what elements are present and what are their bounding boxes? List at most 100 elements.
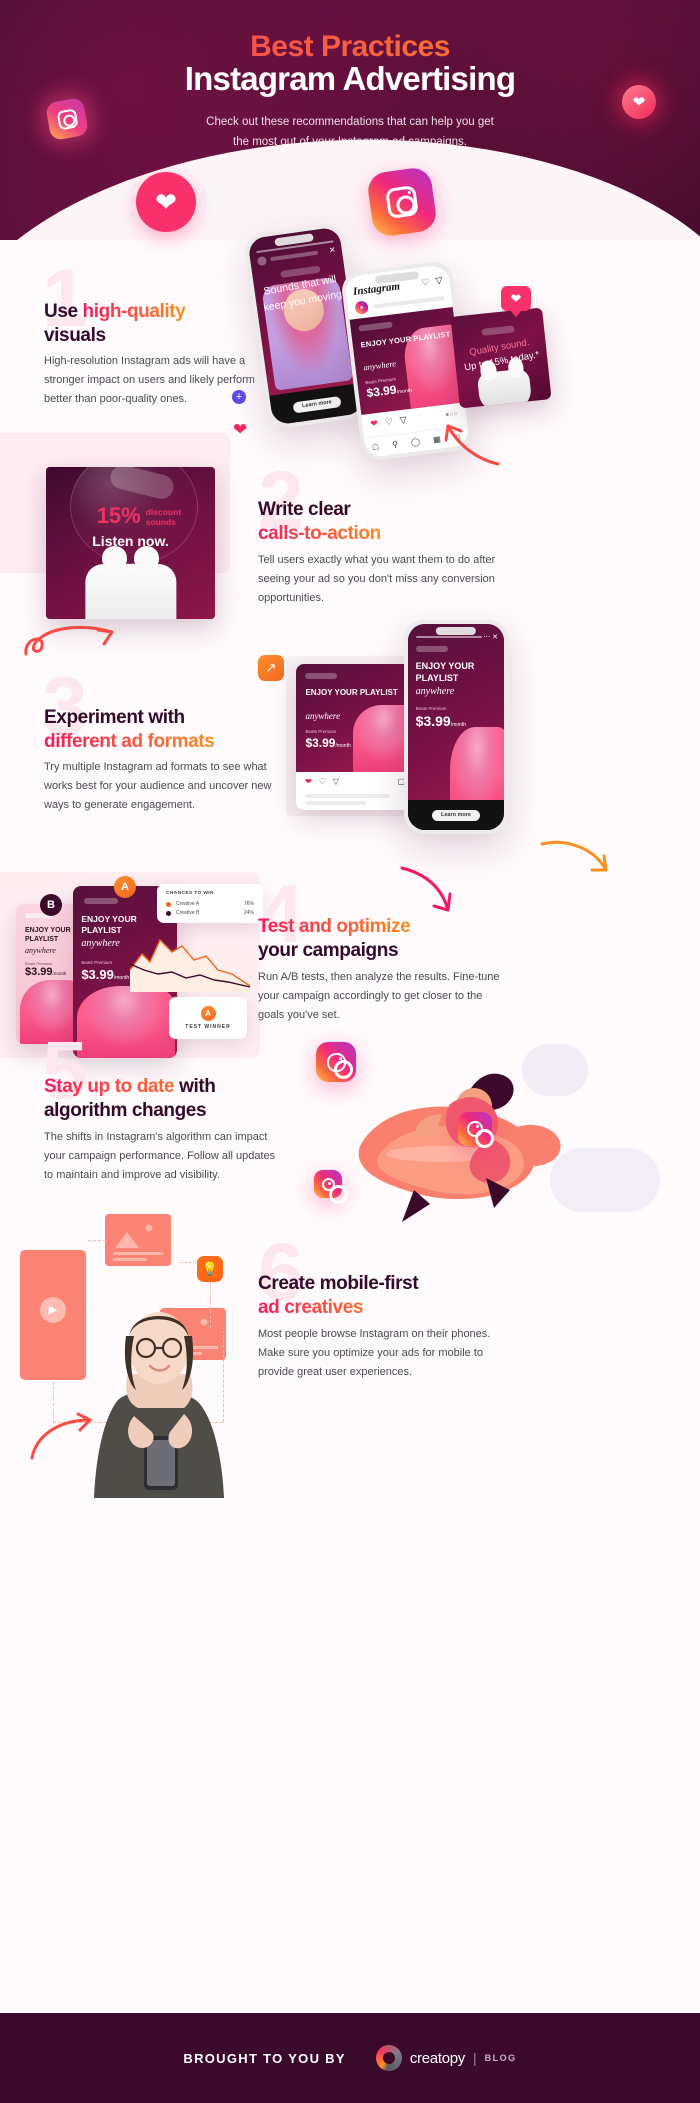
section-6-body: Most people browse Instagram on their ph… [258,1328,491,1378]
comment-icon[interactable]: ♡ [384,416,393,428]
floating-instagram-badge [365,165,439,239]
variant-a-script: anywhere [81,937,120,949]
section-6-heading-dark: Create mobile-first [258,1273,419,1294]
formats-like-icon[interactable]: ❤ [305,777,312,786]
variant-b-price: $3.99/month [25,966,66,978]
send-icon-feed[interactable]: ▽ [435,275,443,287]
legend-dot-a [166,901,171,907]
formats-story-price-period: /month [450,721,467,728]
ab-test-chart [129,938,251,992]
rocket-illustration [300,1020,670,1235]
heart-bubble-icon: ❤ [501,286,531,317]
section-3-heading-dark: Experiment with [44,707,185,728]
variant-a-price: $3.99/month [81,967,129,982]
square-ad-card: Quality sound. Up to 15% today.* [450,307,552,409]
arrow-decoration-1 [444,424,500,466]
section-3-body: Try multiple Instagram ad formats to see… [44,761,272,811]
formats-feed-price-value: $3.99 [305,736,336,750]
variant-a-price-value: $3.99 [81,966,114,982]
post-script: anywhere [362,358,397,373]
pagination-dots: ●○○ [444,410,459,419]
infographic-page: ❤ Best Practices Instagram Advertising C… [0,0,700,2103]
section-6-heading: Create mobile-first ad creatives [258,1272,508,1321]
legend-title: CHANCES TO WIN [166,891,214,896]
story-cta-button[interactable]: Learn more [292,395,342,414]
formats-feed-script: anywhere [305,711,341,721]
section-1-heading-dark: Use [44,301,83,322]
share-icon[interactable]: ▽ [399,415,407,427]
creatopy-wordmark: creatopy [409,2049,465,2067]
formats-feed-price-period: /month [335,743,351,749]
legend-row: Creative B 24% [166,910,254,916]
section-4-body: Run A/B tests, then analyze the results.… [258,971,500,1021]
section-1-heading-line2: visuals [44,325,106,347]
formats-story-phone: ⋯ ✕ ENJOY YOUR PLAYLIST anywhere Beats P… [404,620,508,834]
creatopy-logo[interactable]: creatopy | BLOG [375,2045,517,2071]
formats-story-cta-bar: Learn more [408,800,504,830]
variant-a-price-period: /month [113,974,130,981]
woman-with-phone-illustration [66,1290,256,1498]
section-5-heading: Stay up to date with algorithm changes [44,1075,294,1124]
formats-card-feed: ENJOY YOUR PLAYLIST anywhere Beats Premi… [296,664,414,810]
legend-row: Creative A 76% [166,901,254,907]
section-4-heading: Test and optimize your campaigns [258,915,508,964]
rocket-instagram-icon-2 [458,1112,494,1148]
section-6-heading-grad: ad creatives [258,1297,364,1319]
rocket-instagram-icon-1 [316,1042,356,1082]
legend-label-a: Creative A [176,901,200,907]
blog-label: BLOG [484,2053,517,2063]
section-1-body: High-resolution Instagram ads will have … [44,355,255,405]
page-title-main: Instagram Advertising [184,60,516,97]
feed-post-creative: ENJOY YOUR PLAYLIST anywhere Beats Premi… [349,307,465,415]
section-2-heading: Write clear calls-to-action [258,498,498,547]
formats-story-price-value: $3.99 [415,712,451,729]
section-1-heading: Use high-quality visuals [44,300,274,349]
page-title-top: Best Practices [0,30,700,64]
arrow-decoration-2 [24,625,114,656]
section-4-heading-grad: Test and optimize [258,916,411,937]
arrow-decoration-3 [540,840,608,872]
small-heart-icon: ❤ [233,420,248,439]
variant-b-script: anywhere [25,946,56,955]
legend-value-a: 76% [243,901,254,907]
like-icon[interactable]: ❤ [370,418,379,430]
formats-feed-title: ENJOY YOUR PLAYLIST [305,688,398,697]
footer: BROUGHT TO YOU BY creatopy | BLOG [0,2013,700,2103]
discount-word-2: sounds [145,516,176,527]
formats-feed-price: $3.99/month [305,736,350,750]
arrow-decoration-5 [30,1412,92,1460]
section-2-body: Tell users exactly what you want them to… [258,554,496,604]
formats-feed-label: Beats Premium [305,729,337,734]
post-price-value: $3.99 [365,382,398,401]
floating-heart-badge: ❤ [136,172,196,232]
search-icon[interactable]: ⚲ [392,440,399,450]
subtitle-line-1: Check out these recommendations that can… [206,116,494,128]
section-2-heading-grad: calls-to-action [258,523,381,545]
discount-percent: 15% [96,503,141,528]
formats-share-icon[interactable]: ▽ [333,777,339,786]
arrow-decoration-4 [400,866,452,912]
ab-test-legend: CHANCES TO WIN Creative A 76% Creative B… [157,884,263,923]
airpods-card-cta: Listen now. [92,533,169,549]
plus-icon-badge: + [232,390,246,404]
section-5-heading-grad: Stay up to date [44,1076,175,1097]
home-icon[interactable]: ☖ [371,442,379,452]
reels-icon[interactable]: ◯ [411,437,421,447]
variant-b-badge: B [40,894,62,916]
variant-b-price-period: /month [52,971,67,976]
formats-story-title: ENJOY YOUR PLAYLIST [415,661,475,683]
formats-story-cta-button[interactable]: Learn more [432,809,480,821]
heart-icon-feed[interactable]: ♡ [421,277,430,289]
wireframe-image-block-1 [105,1214,171,1266]
formats-story-price: $3.99/month [416,713,466,729]
section-4-heading-dark: your campaigns [258,940,399,962]
winner-badge: A [200,1006,216,1021]
section-2-heading-dark: Write clear [258,499,351,520]
variant-a-label: Beats Premium [81,959,113,965]
section-3-heading: Experiment with different ad formats [44,706,294,755]
play-icon[interactable]: ▶ [40,1296,66,1323]
variant-a-badge: A [114,876,136,898]
expand-icon-badge: ↗ [258,655,284,681]
formats-comment-icon[interactable]: ♡ [319,777,326,786]
test-winner-card: A TEST WINNER [169,997,247,1039]
